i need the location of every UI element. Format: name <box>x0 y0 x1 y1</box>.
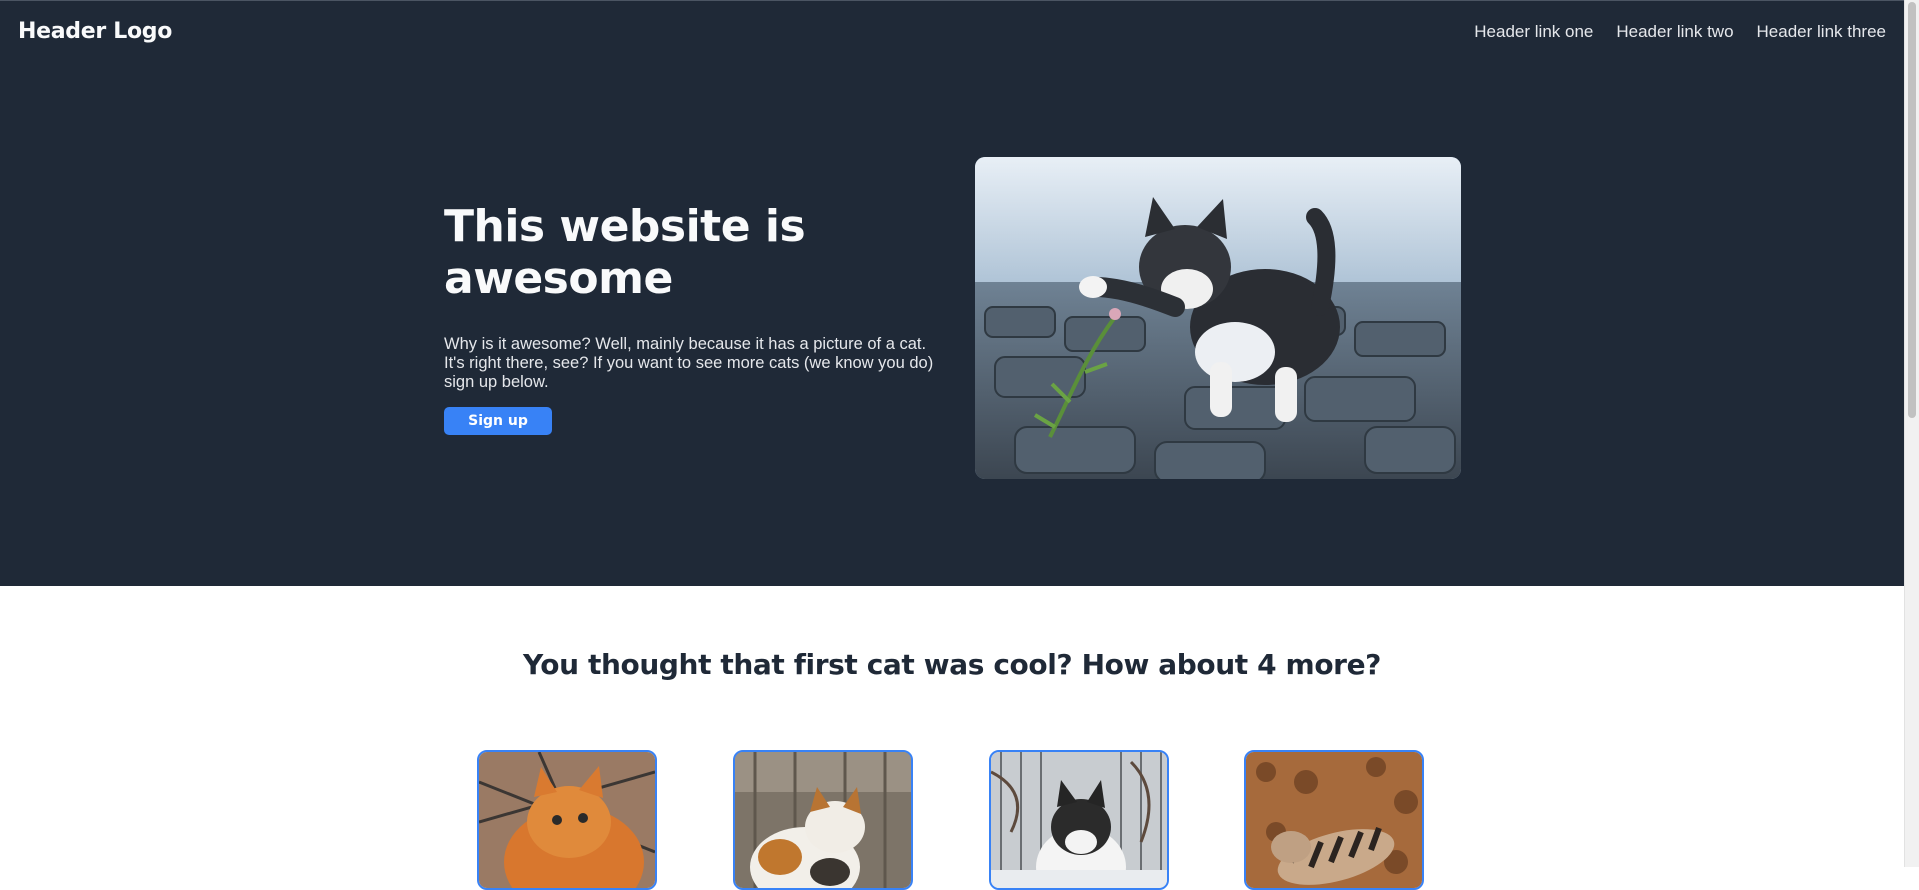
header-logo[interactable]: Header Logo <box>18 19 172 44</box>
hero-description: Why is it awesome? Well, mainly because … <box>444 335 934 391</box>
cat-image-calico <box>733 750 913 890</box>
scrollbar-thumb[interactable] <box>1908 2 1916 418</box>
header-link-one[interactable]: Header link one <box>1474 22 1593 42</box>
hero-section: Header Logo Header link one Header link … <box>0 0 1904 586</box>
hero-title: This website is awesome <box>444 201 806 304</box>
header-nav: Header link one Header link two Header l… <box>1474 22 1886 42</box>
cats-section-title: You thought that first cat was cool? How… <box>522 648 1382 681</box>
page-scrollbar[interactable] <box>1904 0 1919 867</box>
hero-text: This website is awesome Why is it awesom… <box>444 201 934 435</box>
cat-image-tabby <box>1244 750 1424 890</box>
cat-image-orange <box>477 750 657 890</box>
header-link-three[interactable]: Header link three <box>1757 22 1886 42</box>
signup-button[interactable]: Sign up <box>444 407 552 435</box>
hero-kitten-image <box>975 157 1461 479</box>
header-link-two[interactable]: Header link two <box>1616 22 1733 42</box>
cat-image-fluffy <box>989 750 1169 890</box>
